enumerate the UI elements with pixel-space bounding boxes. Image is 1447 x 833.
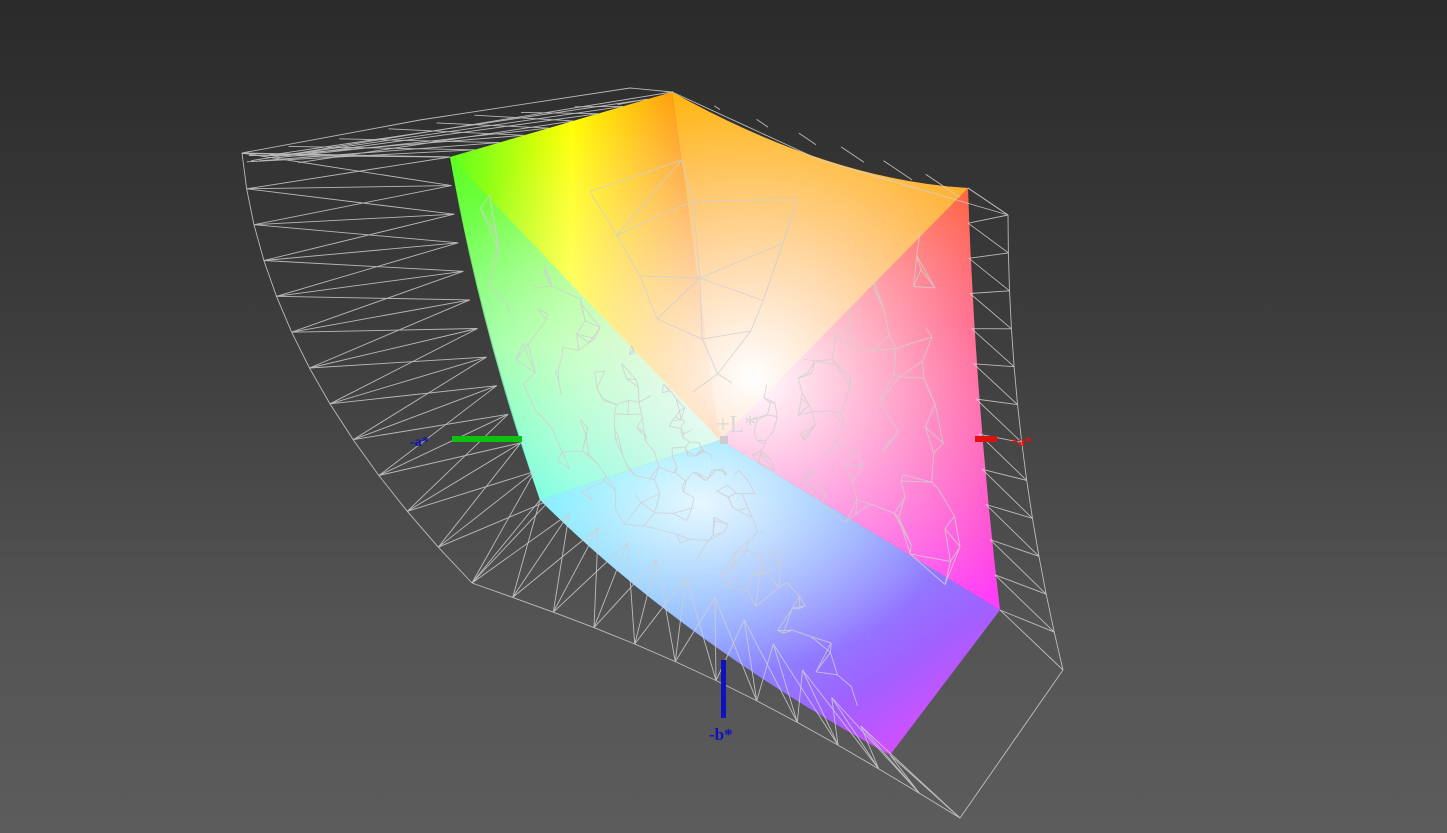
wireframe-edge — [263, 213, 455, 261]
wireframe-edge — [276, 270, 464, 297]
wireframe-edge — [845, 464, 863, 466]
wireframe-edge — [309, 356, 487, 369]
wireframe-edge — [246, 188, 455, 215]
wireframe-edge — [889, 754, 920, 794]
wireframe-edge — [889, 754, 961, 819]
wireframe-edge — [714, 105, 721, 110]
wireframe-edge — [968, 257, 1010, 292]
wireframe-edge — [627, 400, 629, 415]
wireframe-edge — [975, 398, 1018, 406]
wireframe-edge — [994, 574, 1047, 595]
wireframe-edge — [512, 513, 570, 598]
wireframe-edge — [973, 363, 1015, 368]
axis-a-pos-bar — [975, 436, 997, 442]
wireframe-edge — [982, 468, 1027, 481]
wireframe-edge — [967, 222, 1009, 254]
wireframe-edge — [971, 328, 1015, 368]
wireframe-edge — [840, 146, 865, 163]
gamut-visualization: +L* -a* +a* -b* — [241, 87, 1064, 819]
wireframe-edge — [969, 290, 1010, 294]
wireframe-edge — [969, 293, 1012, 330]
wireframe-edge — [967, 187, 1009, 216]
wireframe-edge — [276, 295, 470, 301]
wireframe-edge — [990, 539, 1040, 557]
axis-l-label: +L* — [716, 412, 756, 438]
wireframe-edge — [756, 119, 769, 128]
wireframe-edge — [352, 356, 487, 441]
wireframe-edge — [253, 224, 459, 244]
axis-b-neg-label: -b* — [709, 725, 733, 744]
wireframe-edge — [291, 328, 478, 333]
wireframe-edge — [994, 574, 1055, 633]
wireframe-edge — [291, 299, 470, 333]
gamut-3d-viewport[interactable]: +L* -a* +a* -b* — [0, 0, 1447, 833]
wireframe-edge — [968, 252, 1009, 259]
wireframe-edge — [512, 527, 599, 598]
wireframe-edge — [614, 490, 617, 509]
wireframe-edge — [471, 499, 551, 584]
wireframe-edge — [253, 213, 455, 226]
wireframe-edge — [849, 376, 851, 385]
wireframe-edge — [999, 609, 1055, 633]
wireframe-edge — [291, 270, 464, 333]
axis-b-neg-bar — [721, 660, 726, 718]
wireframe-edge — [671, 90, 674, 93]
wireframe-edge — [309, 299, 470, 369]
axis-a-neg-bar — [452, 436, 522, 442]
wireframe-edge — [407, 442, 522, 512]
wireframe-edge — [378, 413, 509, 476]
wireframe-edge — [437, 442, 522, 548]
wireframe-edge — [999, 609, 1064, 671]
wireframe-edge — [246, 156, 451, 190]
wireframe-outline — [241, 152, 473, 584]
wireframe-edge — [309, 328, 478, 369]
wireframe-edge — [438, 471, 536, 548]
wireframe-edge — [552, 542, 628, 613]
wireframe-edge — [973, 363, 1018, 405]
wireframe-edge — [968, 214, 1009, 224]
wireframe-outline — [959, 669, 1064, 819]
wireframe-edge — [241, 152, 452, 187]
axis-a-neg-label: -a* — [410, 435, 429, 450]
wireframe-edge — [406, 413, 509, 512]
wireframe-edge — [263, 260, 464, 272]
axis-a-pos-label: +a* — [1010, 435, 1032, 450]
wireframe-edge — [798, 132, 817, 146]
wireframe-edge — [735, 492, 743, 495]
wireframe-edge — [246, 185, 452, 190]
wireframe-edge — [253, 185, 452, 226]
